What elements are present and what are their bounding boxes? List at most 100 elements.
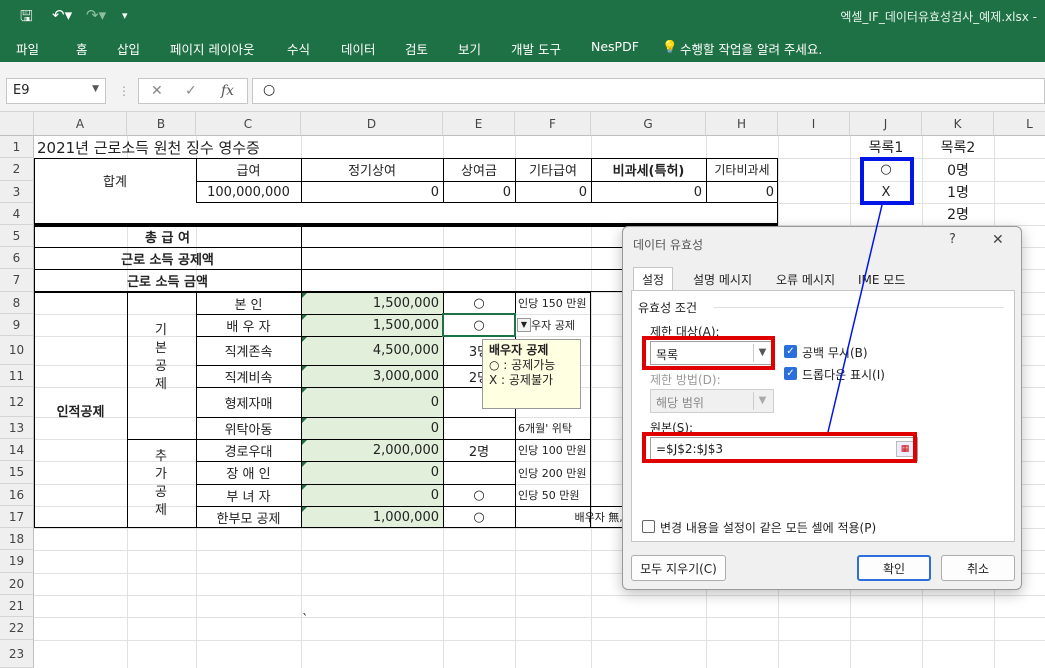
apply-all-checkbox[interactable] bbox=[642, 520, 655, 533]
total-label[interactable]: 합계 bbox=[34, 158, 196, 203]
item-sibling[interactable]: 형제자매 bbox=[196, 387, 301, 417]
column-header-i[interactable]: I bbox=[778, 112, 850, 136]
note-cell[interactable]: 6개월' 위탁 bbox=[515, 417, 591, 439]
row-header-2[interactable]: 2 bbox=[0, 158, 34, 181]
amount-cell[interactable]: 0 bbox=[301, 417, 443, 439]
item-foster[interactable]: 위탁아동 bbox=[196, 417, 301, 439]
collapse-dialog-icon[interactable]: ▦ bbox=[896, 441, 914, 457]
tab-home[interactable]: 홈 bbox=[76, 39, 88, 58]
count-cell[interactable]: ○ bbox=[443, 484, 515, 506]
count-cell[interactable]: ○ bbox=[443, 292, 515, 314]
header-taxfree[interactable]: 비과세(특허) bbox=[591, 158, 706, 181]
item-female[interactable]: 부 녀 자 bbox=[196, 484, 301, 506]
column-header-j[interactable]: J bbox=[850, 112, 922, 136]
column-header-b[interactable]: B bbox=[127, 112, 196, 136]
list1-item[interactable]: ○ bbox=[850, 158, 922, 181]
count-cell-selected[interactable]: ○ bbox=[443, 314, 515, 336]
count-cell[interactable]: ○ bbox=[443, 506, 515, 528]
note-cell[interactable]: 인당 50 만원 bbox=[515, 484, 591, 506]
tab-ime-mode[interactable]: IME 모드 bbox=[850, 268, 913, 290]
row-header-12[interactable]: 12 bbox=[0, 387, 34, 417]
cancel-icon[interactable]: ✕ bbox=[151, 83, 163, 99]
note-cell[interactable]: 인당 100 만원 bbox=[515, 439, 591, 461]
amount-cell[interactable]: 0 bbox=[301, 461, 443, 484]
row-header-1[interactable]: 1 bbox=[0, 136, 34, 158]
row-header-9[interactable]: 9 bbox=[0, 314, 34, 336]
amount-cell[interactable]: 4,500,000 bbox=[301, 336, 443, 365]
row-header-8[interactable]: 8 bbox=[0, 292, 34, 314]
redo-icon[interactable]: ↷▾ bbox=[86, 6, 106, 24]
tab-error-alert[interactable]: 오류 메시지 bbox=[768, 268, 843, 290]
name-box[interactable]: E9 ▼ bbox=[6, 78, 106, 104]
row-header-20[interactable]: 20 bbox=[0, 573, 34, 595]
header-other-taxfree[interactable]: 기타비과세 bbox=[706, 158, 778, 181]
total-pay-label[interactable]: 총 급 여 bbox=[34, 225, 301, 247]
personal-deduction-label[interactable]: 인적공제 bbox=[34, 292, 127, 528]
row-header-18[interactable]: 18 bbox=[0, 528, 34, 550]
row-header-6[interactable]: 6 bbox=[0, 247, 34, 269]
column-header-g[interactable]: G bbox=[591, 112, 706, 136]
basic-deduction-label[interactable]: 기본공제 bbox=[152, 322, 170, 394]
insert-function-icon[interactable]: fx bbox=[221, 83, 234, 99]
row-header-11[interactable]: 11 bbox=[0, 365, 34, 387]
item-descendant[interactable]: 직계비속 bbox=[196, 365, 301, 387]
column-header-e[interactable]: E bbox=[443, 112, 515, 136]
amount-cell[interactable]: 1,000,000 bbox=[301, 506, 443, 528]
ok-button[interactable]: 확인 bbox=[857, 555, 931, 581]
clear-all-button[interactable]: 모두 지우기(C) bbox=[631, 555, 726, 581]
value-regular-bonus[interactable]: 0 bbox=[301, 181, 443, 203]
amount-cell[interactable]: 2,000,000 bbox=[301, 439, 443, 461]
row-header-14[interactable]: 14 bbox=[0, 439, 34, 461]
ignore-blank-checkbox[interactable]: ✓ bbox=[784, 345, 797, 358]
column-header-k[interactable]: K bbox=[922, 112, 994, 136]
tab-developer[interactable]: 개발 도구 bbox=[511, 39, 561, 58]
stray-char[interactable]: ` bbox=[302, 612, 312, 628]
item-ascendant[interactable]: 직계존속 bbox=[196, 336, 301, 365]
value-salary[interactable]: 100,000,000 bbox=[196, 181, 301, 203]
enter-icon[interactable]: ✓ bbox=[185, 83, 197, 99]
cancel-button[interactable]: 취소 bbox=[941, 555, 1015, 581]
row-header-3[interactable]: 3 bbox=[0, 181, 34, 203]
column-header-c[interactable]: C bbox=[196, 112, 301, 136]
note-cell[interactable]: 우자 공제 bbox=[531, 314, 591, 336]
amount-cell[interactable]: 0 bbox=[301, 484, 443, 506]
column-header-d[interactable]: D bbox=[301, 112, 443, 136]
list2-item[interactable]: 0명 bbox=[922, 158, 994, 181]
row-header-22[interactable]: 22 bbox=[0, 617, 34, 640]
amount-cell[interactable]: 0 bbox=[301, 387, 443, 417]
row-header-10[interactable]: 10 bbox=[0, 336, 34, 365]
column-header-h[interactable]: H bbox=[706, 112, 778, 136]
close-icon[interactable]: ✕ bbox=[992, 232, 1004, 248]
chevron-down-icon[interactable]: ▼ bbox=[753, 344, 771, 362]
count-cell[interactable] bbox=[443, 417, 515, 439]
tab-page-layout[interactable]: 페이지 레이아웃 bbox=[170, 39, 254, 58]
dropdown-checkbox[interactable]: ✓ bbox=[784, 367, 797, 380]
blank-row[interactable] bbox=[34, 203, 778, 225]
row-header-13[interactable]: 13 bbox=[0, 417, 34, 439]
amount-cell[interactable]: 1,500,000 bbox=[301, 292, 443, 314]
row-header-7[interactable]: 7 bbox=[0, 269, 34, 292]
row-header-16[interactable]: 16 bbox=[0, 484, 34, 506]
amount-cell[interactable]: 3,000,000 bbox=[301, 365, 443, 387]
row-header-4[interactable]: 4 bbox=[0, 203, 34, 225]
tab-review[interactable]: 검토 bbox=[405, 39, 428, 58]
row-header-17[interactable]: 17 bbox=[0, 506, 34, 528]
tab-input-message[interactable]: 설명 메시지 bbox=[685, 268, 760, 290]
formula-bar-grip[interactable]: ⋮ bbox=[118, 84, 130, 98]
tell-me-box[interactable]: 수행할 작업을 알려 주세요. bbox=[680, 39, 822, 58]
customize-qat-icon[interactable]: ▾ bbox=[122, 9, 128, 22]
row-header-23[interactable]: 23 bbox=[0, 640, 34, 668]
help-icon[interactable]: ? bbox=[949, 232, 956, 247]
header-regular-bonus[interactable]: 정기상여 bbox=[301, 158, 443, 181]
note-cell[interactable]: 인당 150 만원 bbox=[515, 292, 591, 314]
item-spouse[interactable]: 배 우 자 bbox=[196, 314, 301, 336]
column-header-l[interactable]: L bbox=[994, 112, 1045, 136]
tab-file[interactable]: 파일 bbox=[16, 39, 39, 58]
list1-item[interactable]: X bbox=[850, 181, 922, 203]
undo-icon[interactable]: ↶▾ bbox=[52, 6, 72, 24]
deduction-label[interactable]: 근로 소득 공제액 bbox=[34, 247, 301, 269]
count-cell[interactable]: 2명 bbox=[443, 439, 515, 461]
list2-header[interactable]: 목록2 bbox=[922, 136, 994, 158]
tab-view[interactable]: 보기 bbox=[458, 39, 481, 58]
formula-input[interactable]: ○ bbox=[252, 78, 1045, 104]
